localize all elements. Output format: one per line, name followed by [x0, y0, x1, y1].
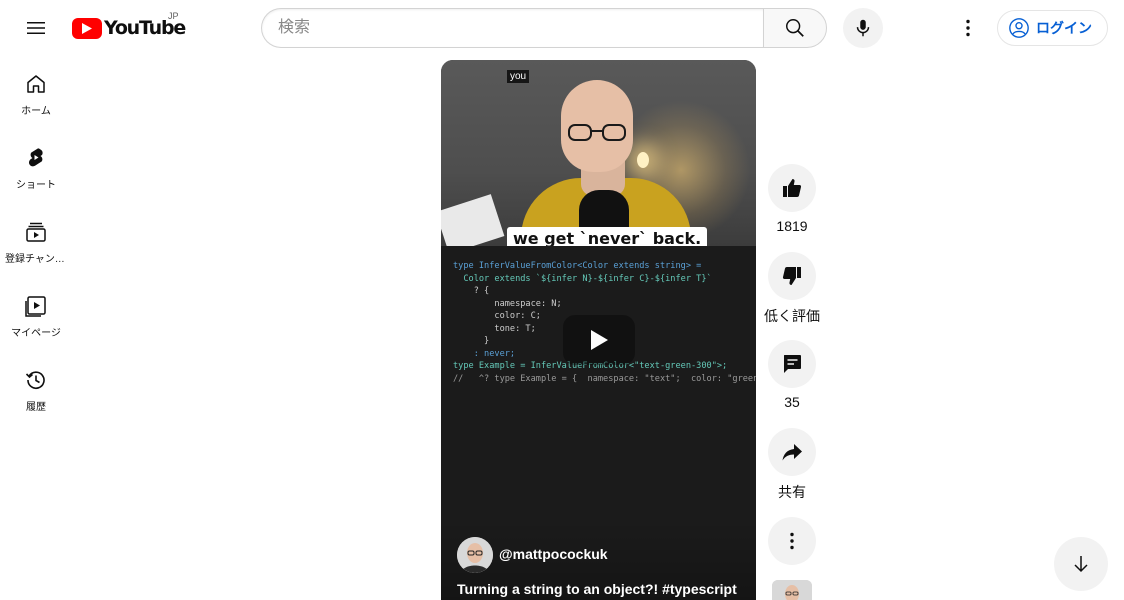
thumb-up-icon: [783, 179, 802, 197]
code-line: Color extends `${infer N}-${infer C}-${i…: [453, 273, 712, 284]
sound-thumbnail[interactable]: [772, 580, 812, 600]
guide-item-subscriptions[interactable]: 登録チャンネル: [4, 204, 68, 278]
dislike-label: 低く評価: [764, 308, 820, 324]
search-input[interactable]: [262, 9, 764, 47]
library-icon: [24, 294, 48, 318]
dislike-action: 低く評価: [764, 252, 820, 326]
shorts-icon: [24, 146, 48, 170]
short-video-player[interactable]: you we get `never` back. type InferValue…: [441, 60, 756, 600]
region-code: JP: [168, 11, 179, 21]
thumb-down-icon: [782, 267, 801, 285]
arrow-down-icon: [1074, 556, 1088, 573]
guide-item-label: 登録チャンネル: [5, 254, 67, 265]
search-button[interactable]: [763, 8, 827, 48]
guide-item-shorts[interactable]: ショート: [4, 130, 68, 204]
caption-small: you: [507, 70, 530, 83]
like-action: 1819: [768, 164, 816, 234]
masthead: YouTube JP ログイン: [0, 0, 1124, 56]
code-line: ? {: [453, 286, 490, 296]
play-button[interactable]: [563, 315, 635, 365]
channel-avatar[interactable]: [457, 537, 493, 573]
comments-action: 35: [768, 340, 816, 410]
more-actions: [768, 517, 816, 565]
guide-item-history[interactable]: 履歴: [4, 352, 68, 426]
short-title[interactable]: Turning a string to an object?! #typescr…: [457, 581, 737, 597]
code-line: // ^? type Example = { namespace: "text"…: [453, 373, 756, 384]
guide-item-label: マイページ: [11, 328, 61, 339]
share-button[interactable]: [768, 428, 816, 476]
voice-search-button[interactable]: [843, 8, 883, 48]
more-actions-button[interactable]: [768, 517, 816, 565]
microphone-icon: [856, 19, 870, 37]
search-box: [261, 8, 764, 48]
settings-more-button[interactable]: [948, 8, 988, 48]
guide-item-label: 履歴: [26, 402, 46, 413]
code-line: namespace: N;: [453, 298, 562, 309]
share-icon: [782, 444, 802, 461]
subscriptions-icon: [24, 220, 48, 244]
book: [441, 194, 505, 246]
menu-icon: [27, 22, 45, 34]
login-label: ログイン: [1036, 20, 1092, 36]
home-icon: [24, 72, 48, 96]
like-count: 1819: [776, 218, 808, 234]
code-line: type InferValueFromColor<Color extends s…: [453, 261, 702, 271]
comment-count: 35: [784, 394, 800, 410]
more-vert-icon: [790, 532, 794, 550]
search-icon: [786, 19, 804, 37]
dislike-button[interactable]: [768, 252, 816, 300]
channel-name-link[interactable]: @mattpocockuk: [499, 546, 608, 562]
comments-button[interactable]: [768, 340, 816, 388]
guide-item-label: ホーム: [21, 106, 51, 117]
caption-subtitle: we get `never` back.: [507, 227, 708, 246]
account-circle-icon: [1009, 18, 1029, 38]
short-metadata: @mattpocockuk Turning a string to an obj…: [441, 520, 756, 600]
webcam-video-frame: you we get `never` back.: [441, 60, 756, 246]
like-button[interactable]: [768, 164, 816, 212]
glasses-graphic: [568, 124, 626, 141]
more-vert-icon: [966, 19, 970, 37]
youtube-logo-icon: [72, 17, 102, 39]
comment-icon: [784, 355, 801, 373]
menu-button[interactable]: [16, 8, 56, 48]
guide-item-you[interactable]: マイページ: [4, 278, 68, 352]
history-icon: [24, 368, 48, 392]
play-icon: [591, 330, 608, 350]
guide-item-home[interactable]: ホーム: [4, 56, 68, 130]
lamp: [637, 152, 649, 168]
share-action: 共有: [768, 428, 816, 502]
guide-item-label: ショート: [16, 180, 56, 191]
share-label: 共有: [778, 484, 806, 500]
next-short-button[interactable]: [1054, 537, 1108, 591]
login-button[interactable]: ログイン: [997, 10, 1108, 46]
